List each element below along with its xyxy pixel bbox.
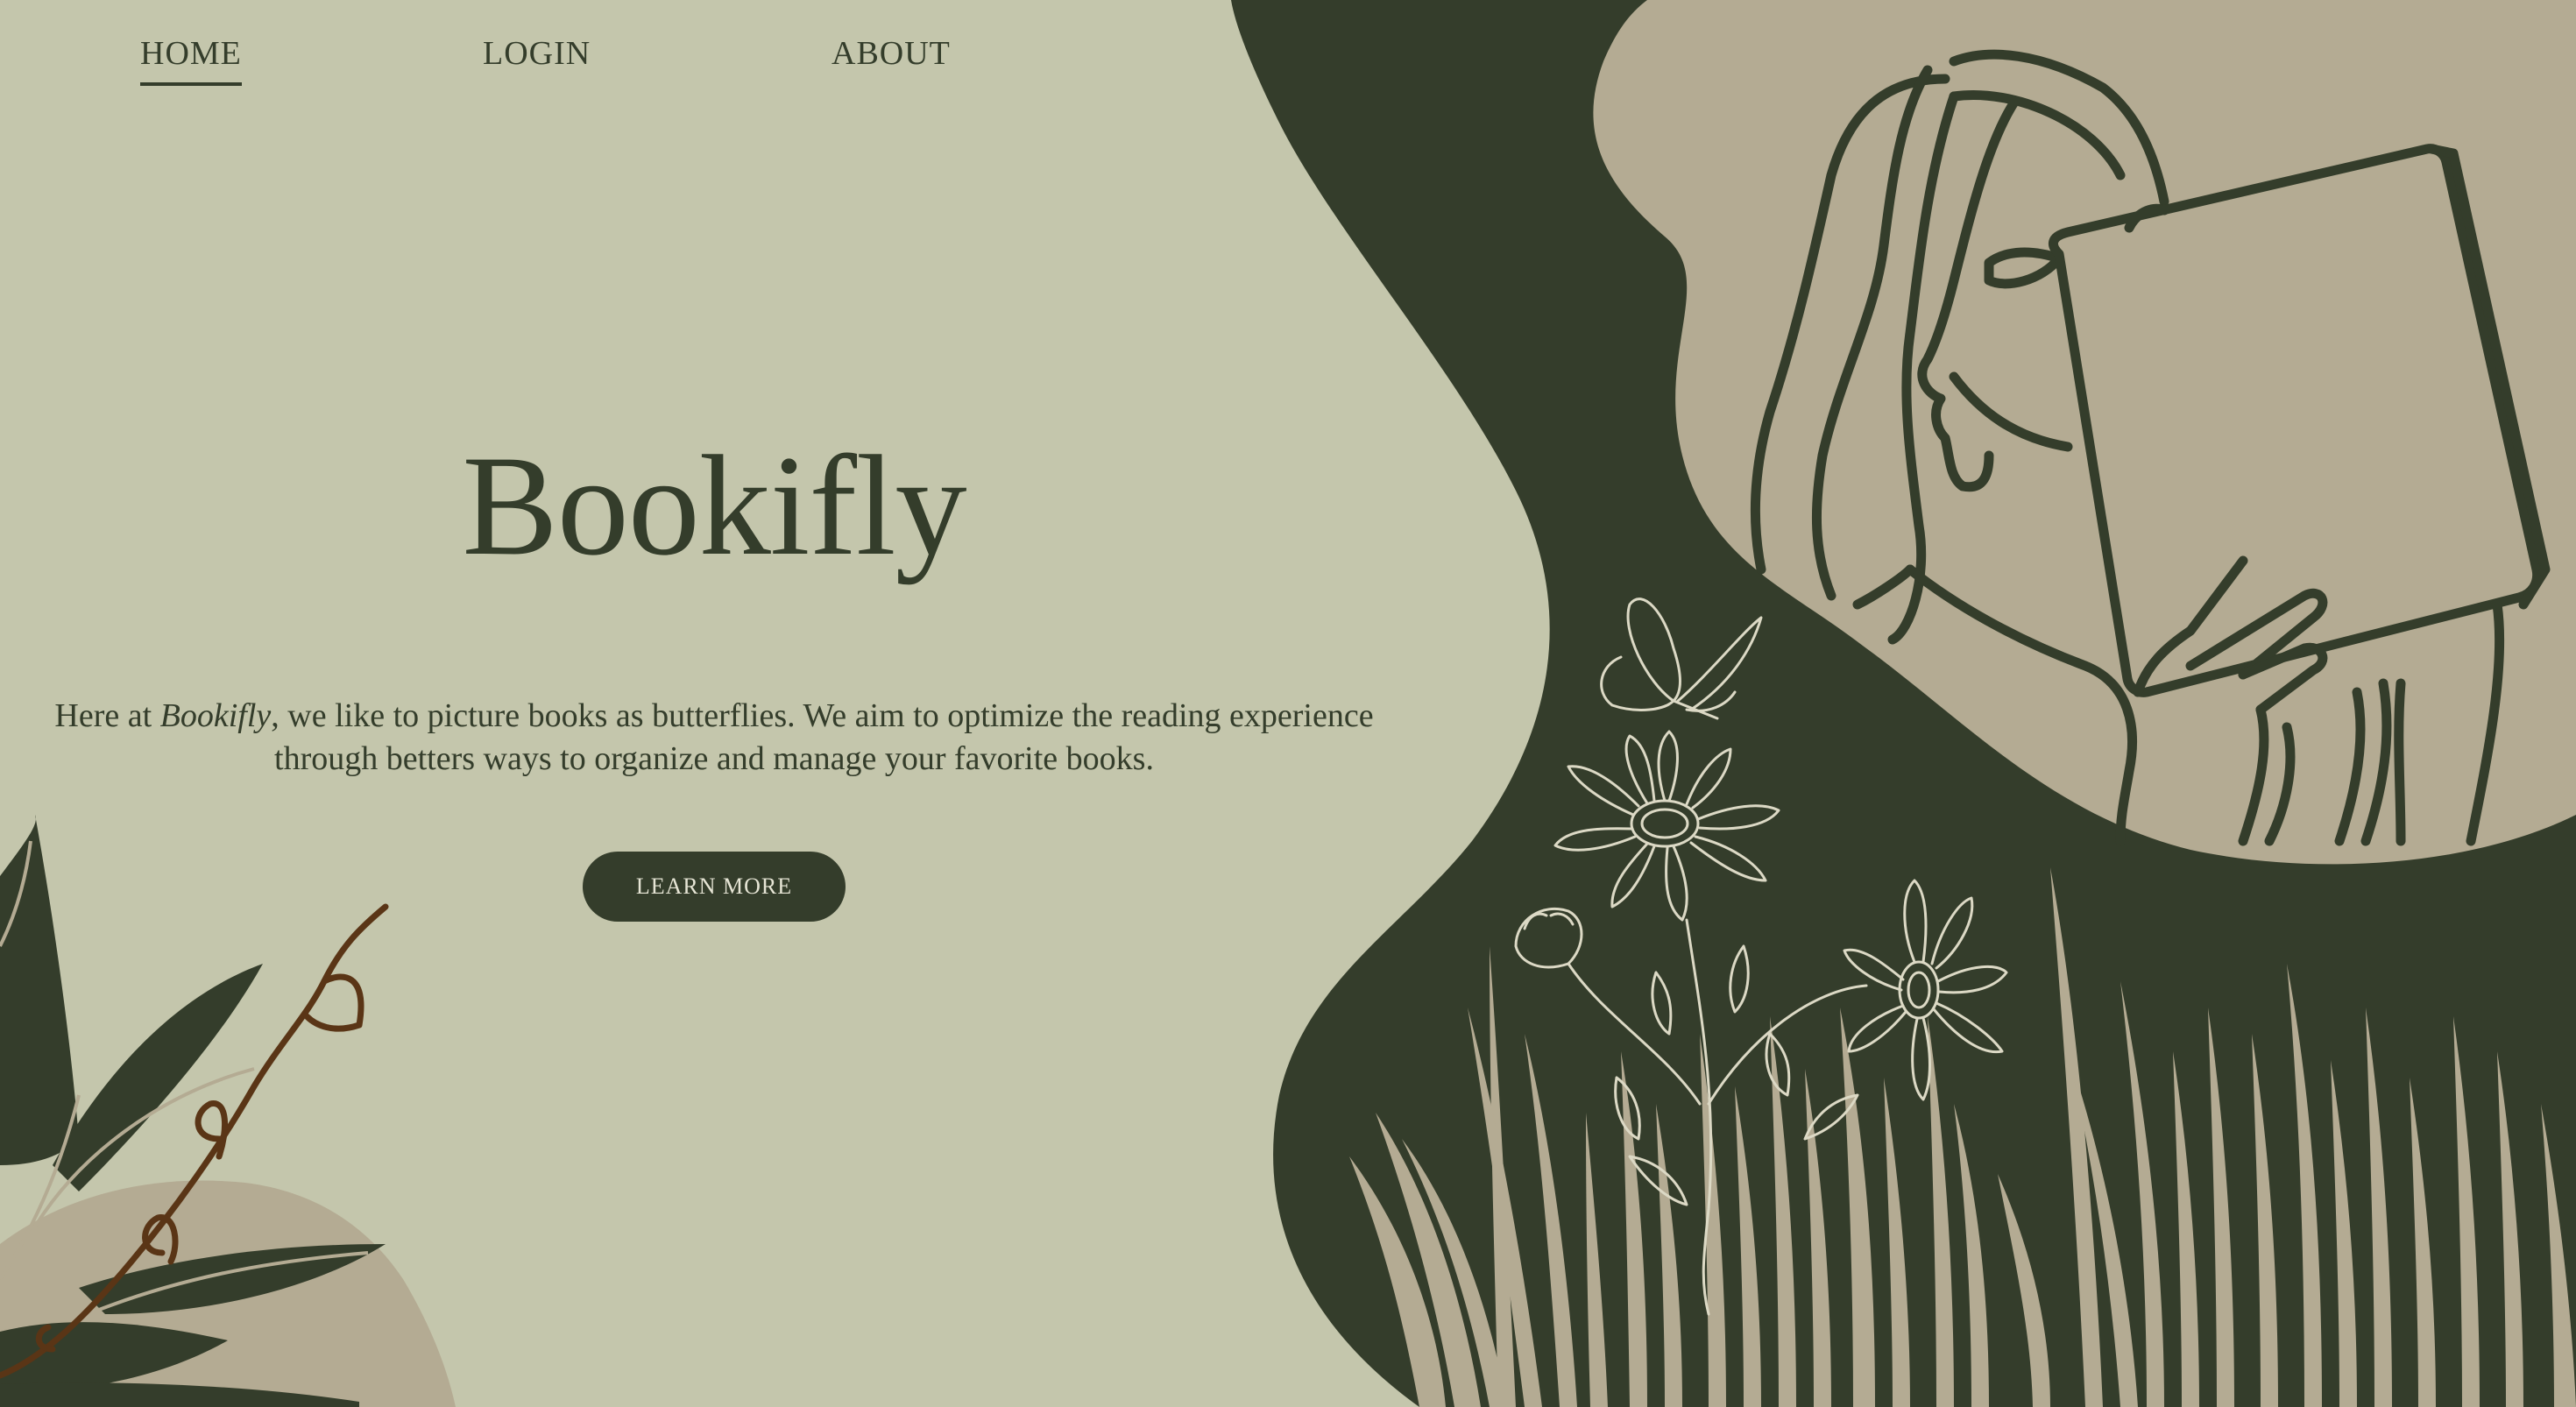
learn-more-button[interactable]: LEARN MORE — [583, 852, 846, 922]
hero-text-prefix: Here at — [54, 697, 160, 734]
top-navigation: HOME LOGIN ABOUT — [0, 0, 1227, 105]
hero-text-suffix: , we like to picture books as butterflie… — [271, 697, 1374, 777]
hero-text-brand: Bookifly — [159, 697, 272, 734]
nav-login-link[interactable]: LOGIN — [483, 32, 591, 82]
plant-leaves-illustration — [0, 815, 456, 1407]
hero-title: Bookifly — [462, 427, 966, 585]
hero-description: Here at Bookifly, we like to picture boo… — [53, 695, 1376, 781]
nav-about-link[interactable]: ABOUT — [832, 32, 951, 82]
nav-home-link[interactable]: HOME — [140, 32, 242, 86]
